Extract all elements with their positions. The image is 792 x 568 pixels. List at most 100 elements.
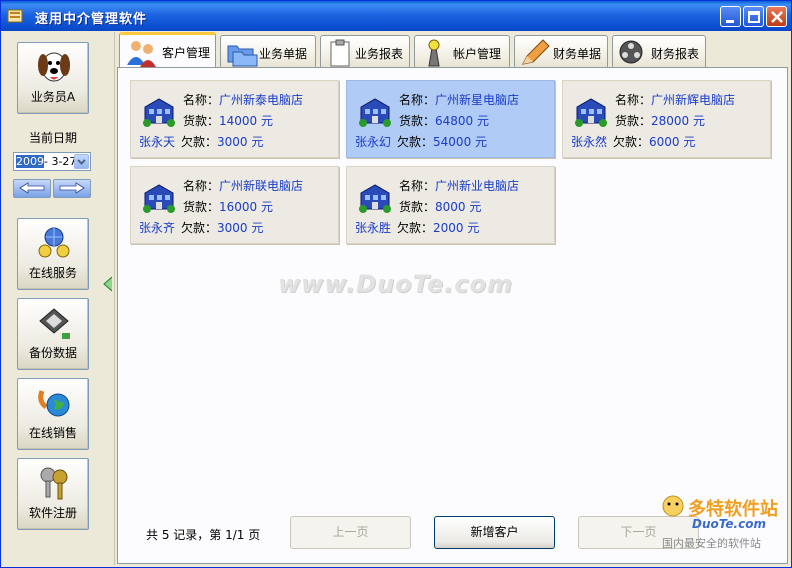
online-service-icon [38,227,70,258]
software-register-button[interactable]: 软件注册 [17,458,89,530]
tab-account-management[interactable]: 帐户管理 [414,35,510,68]
panel-splitter[interactable] [101,32,115,565]
minimize-button[interactable] [720,6,741,27]
chevron-down-icon [77,159,86,165]
title-bar[interactable]: 速用中介管理软件 [1,1,791,31]
customer-card[interactable]: 名称：广州新业电脑店 货款：8000 元张永胜 欠款：2000 元 [346,166,555,244]
date-month-day: - 3-27 [44,155,77,168]
owed-key: 欠款： [181,221,218,235]
customer-card[interactable]: 名称：广州新泰电脑店 货款：14000 元张永天 欠款：3000 元 [130,80,339,158]
contact-person: 张永胜 [355,221,392,235]
maximize-button[interactable] [743,6,764,27]
goods-amount: 28000 [651,114,690,128]
owed-key: 欠款： [181,135,218,149]
add-customer-button[interactable]: 新增客户 [434,516,555,549]
store-building-icon [143,184,175,213]
dog-icon [38,52,70,82]
tab-bar: 客户管理 业务单据 业务报表 帐户管理 财务单据 财务报表 [117,32,789,69]
record-info: 共 5 记录，第 1/1 页 [146,528,261,542]
customer-panel: www.DuoTe.com 名称：广州新泰电脑店 货款：14000 元张永天 欠款：… [117,67,788,564]
tab-finance-documents[interactable]: 财务单据 [514,35,608,68]
store-building-icon [143,98,175,127]
name-key: 名称： [399,179,436,193]
salesperson-button[interactable]: 业务员A [17,42,89,114]
window-title: 速用中介管理软件 [35,12,148,27]
customer-name: 广州新辉电脑店 [651,93,736,107]
name-key: 名称： [183,179,220,193]
unit: 元 [469,200,482,214]
next-date-button[interactable] [53,179,91,198]
owed-amount: 6000 [649,135,680,149]
unit: 元 [261,114,274,128]
goods-key: 货款： [399,200,436,214]
maximize-icon [748,11,760,23]
online-service-button[interactable]: 在线服务 [17,218,89,290]
customer-card[interactable]: 名称：广州新联电脑店 货款：16000 元张永齐 欠款：3000 元 [130,166,339,244]
unit: 元 [261,200,274,214]
goods-amount: 8000 [435,200,466,214]
backup-data-label: 备份数据 [28,346,77,360]
tab-label: 客户管理 [162,46,211,60]
customers-icon [127,41,156,67]
tab-label: 业务报表 [355,47,404,61]
unit: 元 [251,135,264,149]
logo-line3: 国内最安全的软件站 [662,537,761,550]
tab-label: 财务报表 [651,47,700,61]
owed-amount: 54000 [433,135,472,149]
customer-card[interactable]: 名称：广州新星电脑店 货款：64800 元张永幻 欠款：54000 元 [346,80,555,158]
date-picker[interactable]: 2009- 3-27 [13,152,91,171]
unit: 元 [251,221,264,235]
unit: 元 [475,135,488,149]
tab-finance-reports[interactable]: 财务报表 [612,35,706,68]
store-building-icon [359,98,391,127]
app-window: 速用中介管理软件 业务员A 当前日期 2009- 3-27 在线服务 备份数据 … [0,0,792,568]
arrow-left-icon [19,182,45,194]
owed-key: 欠款： [397,135,434,149]
minimize-icon [726,20,734,23]
online-sales-label: 在线销售 [28,426,77,440]
left-sidebar: 业务员A 当前日期 2009- 3-27 在线服务 备份数据 在线销售 软件注册 [5,32,101,565]
backup-data-button[interactable]: 备份数据 [17,298,89,370]
goods-key: 货款： [183,114,220,128]
name-key: 名称： [399,93,436,107]
goods-key: 货款： [615,114,652,128]
tab-label: 财务单据 [553,47,602,61]
owed-amount: 3000 [217,221,248,235]
pencil-icon [522,39,550,65]
tab-business-documents[interactable]: 业务单据 [220,35,316,68]
date-dropdown-button[interactable] [74,154,89,169]
collapse-arrow-icon[interactable] [103,276,113,292]
globe-phone-icon [38,390,70,417]
owed-amount: 2000 [433,221,464,235]
close-icon [771,11,783,23]
customer-name: 广州新联电脑店 [219,179,304,193]
film-reel-icon [619,40,643,64]
contact-person: 张永幻 [355,135,392,149]
online-sales-button[interactable]: 在线销售 [17,378,89,450]
tab-customer-management[interactable]: 客户管理 [119,32,216,69]
unit: 元 [477,114,490,128]
app-icon [7,9,23,23]
name-key: 名称： [183,93,220,107]
customer-name: 广州新泰电脑店 [219,93,304,107]
owed-key: 欠款： [613,135,650,149]
folders-icon [227,45,258,67]
owed-amount: 3000 [217,135,248,149]
prev-page-button[interactable]: 上一页 [290,516,411,549]
date-year: 2009 [16,155,44,168]
close-button[interactable] [766,6,787,27]
unit: 元 [683,135,696,149]
prev-date-button[interactable] [13,179,51,198]
customer-name: 广州新业电脑店 [435,179,520,193]
customer-name: 广州新星电脑店 [435,93,520,107]
name-key: 名称： [615,93,652,107]
salesperson-label: 业务员A [30,90,76,104]
tab-business-reports[interactable]: 业务报表 [320,35,410,68]
contact-person: 张永齐 [139,221,176,235]
logo-line2: DuoTe.com [692,517,766,531]
customer-card[interactable]: 名称：广州新辉电脑店 货款：28000 元张永然 欠款：6000 元 [562,80,771,158]
unit: 元 [467,221,480,235]
contact-person: 张永天 [139,135,176,149]
tab-label: 帐户管理 [453,47,502,61]
account-tower-icon [428,39,440,67]
